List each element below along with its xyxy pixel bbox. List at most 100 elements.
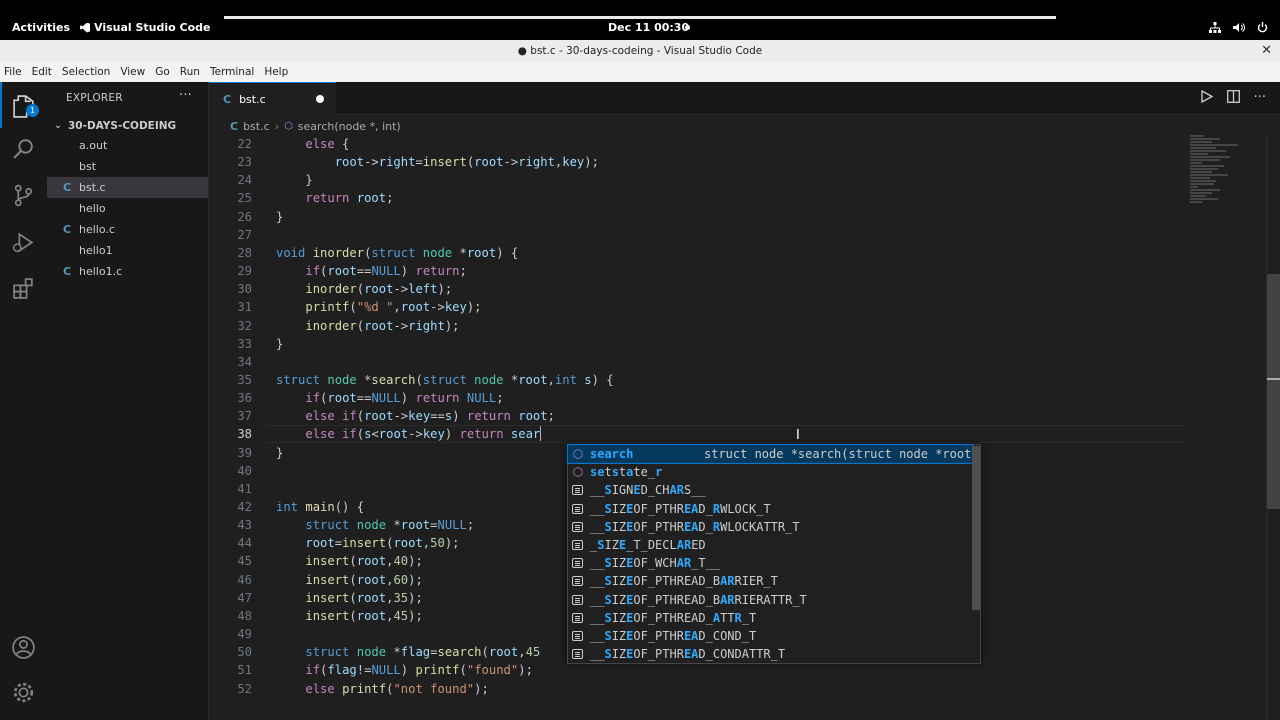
suggestion-item[interactable]: ⬡ setstate_r xyxy=(568,463,972,481)
workspace-folder[interactable]: ⌄ 30-DAYS-CODEING xyxy=(47,113,208,135)
suggestion-item[interactable]: __SIZEOF_PTHREAD_ATTR_T xyxy=(568,609,972,627)
menu-help[interactable]: Help xyxy=(259,63,293,82)
code-token: node xyxy=(356,645,387,660)
method-cube-icon: ⬡ xyxy=(572,447,584,461)
file-item[interactable]: Cbst.c xyxy=(47,177,208,198)
code-token: * xyxy=(356,372,372,387)
suggestion-item[interactable]: __SIZEOF_PTHREAD_CONDATTR_T xyxy=(568,645,972,663)
menu-run[interactable]: Run xyxy=(175,63,205,82)
menu-go[interactable]: Go xyxy=(150,63,175,82)
suggestion-item[interactable]: __SIZEOF_PTHREAD_BARRIER_T xyxy=(568,572,972,590)
explorer-header: EXPLORER ··· xyxy=(47,82,208,112)
line-number: 50 xyxy=(237,645,252,660)
tab-bst-c[interactable]: C bst.c xyxy=(209,82,336,115)
code-token: ( xyxy=(356,409,365,424)
code-token: node xyxy=(327,372,357,387)
menu-edit[interactable]: Edit xyxy=(27,63,57,82)
window-titlebar[interactable]: ● bst.c - 30-days-codeing - Visual Studi… xyxy=(0,40,1280,63)
activities-button[interactable]: Activities xyxy=(12,21,70,34)
code-text: int main() { xyxy=(276,498,364,516)
struct-field-icon xyxy=(572,558,583,569)
code-text: else { xyxy=(276,135,349,153)
code-token: ); xyxy=(408,608,423,623)
file-item[interactable]: Chello.c xyxy=(47,219,208,240)
source-control-icon[interactable] xyxy=(11,183,36,208)
suggestion-detail: struct node *search(struct node *root,… xyxy=(704,447,972,461)
suggestion-item[interactable]: ⬡ search struct node *search(struct node *… xyxy=(567,443,973,465)
app-menu[interactable]: Visual Studio Code xyxy=(80,21,211,34)
suggestion-item[interactable]: __SIZEOF_PTHREAD_COND_T xyxy=(568,627,972,645)
code-token: insert xyxy=(305,608,350,623)
code-token: root xyxy=(356,572,387,587)
menu-view[interactable]: View xyxy=(115,63,150,82)
suggest-scrollbar-thumb[interactable] xyxy=(972,446,980,610)
code-token: NULL xyxy=(437,518,467,533)
unsaved-dot-icon[interactable] xyxy=(316,95,324,103)
file-label: bst xyxy=(79,160,97,173)
suggestion-item[interactable]: __SIZEOF_PTHREAD_RWLOCK_T xyxy=(568,500,972,518)
code-token: struct xyxy=(305,518,350,533)
run-file-icon[interactable] xyxy=(1200,89,1213,107)
code-token: struct xyxy=(422,372,467,387)
file-item[interactable]: hello1 xyxy=(47,240,208,261)
code-line: 33} xyxy=(209,335,1189,353)
label-part: WLOCKATTR_T xyxy=(720,519,800,534)
file-item[interactable]: hello xyxy=(47,198,208,219)
more-actions-icon[interactable]: ··· xyxy=(179,88,192,103)
label-part: ED xyxy=(691,538,706,552)
suggestion-item[interactable]: __SIZEOF_PTHREAD_RWLOCKATTR_T xyxy=(568,518,972,536)
minimap[interactable] xyxy=(1190,135,1250,225)
app-name: Visual Studio Code xyxy=(94,21,211,34)
code-line: 24 } xyxy=(209,171,1189,189)
run-debug-icon[interactable] xyxy=(11,230,36,255)
suggestion-item[interactable]: __SIZEOF_WCHAR_T__ xyxy=(568,554,972,572)
label-part: __ xyxy=(590,519,605,534)
search-icon[interactable] xyxy=(11,137,36,162)
suggestion-label: __SIZEOF_PTHREAD_BARRIER_T xyxy=(590,572,778,590)
clock[interactable]: Dec 11 00:30 xyxy=(608,21,689,34)
c-file-icon: C xyxy=(63,223,72,236)
label-part: S xyxy=(604,574,612,589)
code-token: ) xyxy=(452,409,467,424)
window-close-icon[interactable]: ✕ xyxy=(1261,43,1272,58)
code-text: if(root==NULL) return NULL; xyxy=(276,389,504,407)
file-item[interactable]: Chello1.c xyxy=(47,261,208,282)
code-token: ) xyxy=(400,663,416,678)
suggestion-item[interactable]: __SIGNED_CHARS__ xyxy=(568,481,972,499)
label-part: IZ xyxy=(604,538,619,552)
more-editor-actions-icon[interactable]: ··· xyxy=(1254,90,1266,107)
breadcrumb-file[interactable]: bst.c xyxy=(243,120,270,133)
split-editor-icon[interactable] xyxy=(1226,90,1240,107)
menu-selection[interactable]: Selection xyxy=(57,63,115,82)
code-token: key xyxy=(408,409,431,424)
code-text: } xyxy=(276,171,312,189)
suggestion-label: __SIZEOF_WCHAR_T__ xyxy=(590,554,720,572)
line-number: 48 xyxy=(237,608,252,623)
code-token: -> xyxy=(503,155,519,170)
code-line: 26} xyxy=(209,208,1189,226)
menu-file[interactable]: File xyxy=(0,63,27,82)
code-token: ; xyxy=(496,391,504,406)
menu-terminal[interactable]: Terminal xyxy=(205,63,259,82)
extensions-icon[interactable] xyxy=(11,276,36,301)
code-token: } xyxy=(276,209,284,224)
code-token: ) xyxy=(444,427,460,442)
struct-field-icon xyxy=(572,649,583,660)
scrollbar-thumb[interactable] xyxy=(1267,274,1280,509)
breadcrumb-symbol[interactable]: search(node *, int) xyxy=(298,120,401,133)
code-text: else if(root->key==s) return root; xyxy=(276,407,555,425)
manage-gear-icon[interactable] xyxy=(11,680,36,705)
suggestion-item[interactable]: __SIZEOF_PTHREAD_BARRIERATTR_T xyxy=(568,591,972,609)
label-part: RIER_T xyxy=(734,574,778,589)
system-tray[interactable] xyxy=(1209,22,1268,36)
file-item[interactable]: a.out xyxy=(47,135,208,156)
code-token: = xyxy=(415,155,423,170)
file-item[interactable]: bst xyxy=(47,156,208,177)
code-token: if xyxy=(305,391,321,406)
struct-field-icon xyxy=(572,540,583,550)
account-icon[interactable] xyxy=(11,635,36,660)
suggestion-item[interactable]: _SIZE_T_DECLARED xyxy=(568,536,972,554)
suggestion-label: setstate_r xyxy=(590,463,662,481)
